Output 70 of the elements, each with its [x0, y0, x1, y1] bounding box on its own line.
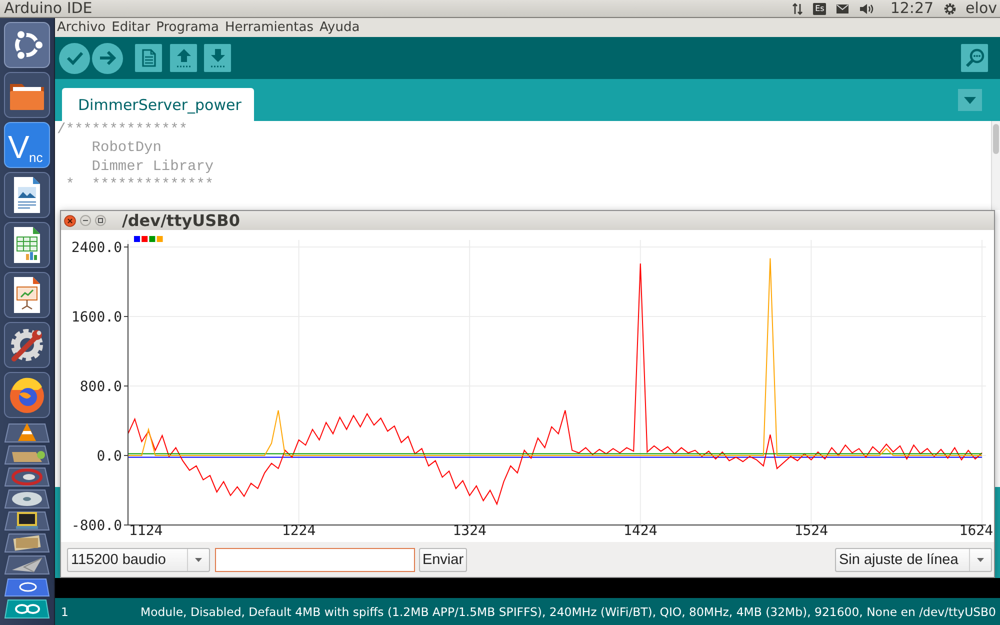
board-info: Module, Disabled, Default 4MB with spiffs (1.2MB APP/1.5MB SPIFFS), 240MHz (WiFi/BT), QIO, 80MHz, 4MB (32Mb), 921600, None en /dev/ttyUSB0 — [140, 604, 996, 618]
oval-tile-icon[interactable] — [4, 576, 50, 598]
serial-monitor-button[interactable] — [961, 44, 988, 72]
paper-plane-icon[interactable] — [4, 554, 50, 576]
file-tab[interactable]: DimmerServer_power — [62, 88, 254, 121]
x-tick-label: 1324 — [452, 523, 486, 539]
x-tick-label: 1624 — [959, 523, 993, 539]
message-field[interactable] — [215, 548, 415, 572]
traffic-cone-icon[interactable] — [4, 422, 50, 444]
y-tick-label: 2400.0 — [71, 240, 122, 256]
caret-down-icon — [964, 96, 976, 104]
scrollbar-thumb[interactable] — [993, 124, 999, 154]
code-line: /************** — [57, 121, 189, 140]
tab-menu-button[interactable] — [958, 89, 982, 111]
y-tick-label: -800.0 — [71, 518, 122, 534]
search-icon — [964, 48, 984, 68]
verify-button[interactable] — [59, 42, 90, 74]
document-icon — [142, 49, 156, 67]
line-ending-dropdown[interactable]: Sin ajuste de línea — [835, 548, 992, 572]
y-tick-label: 800.0 — [80, 379, 122, 395]
menu-item[interactable]: Archivo — [57, 20, 106, 35]
caret-down-icon — [977, 558, 984, 562]
minimize-icon[interactable] — [80, 215, 91, 226]
menu-item[interactable]: Editar — [112, 20, 150, 35]
open-button[interactable] — [170, 44, 197, 72]
ring-dots-icon[interactable] — [4, 22, 50, 68]
infinity-icon[interactable] — [4, 598, 50, 620]
down-arrow-icon — [210, 48, 226, 68]
upload-button[interactable] — [92, 42, 123, 74]
spreadsheet-icon[interactable] — [4, 222, 50, 268]
menu-item[interactable]: Herramientas — [224, 20, 314, 35]
save-button[interactable] — [204, 44, 231, 72]
caret-down-icon — [195, 558, 202, 562]
close-icon[interactable] — [64, 214, 76, 226]
package-icon[interactable] — [4, 444, 50, 466]
x-tick-label: 1124 — [129, 523, 163, 539]
up-arrow-icon — [176, 48, 192, 68]
x-tick-label: 1224 — [282, 523, 316, 539]
clock[interactable]: 12:27 — [890, 0, 934, 17]
baud-rate-dropdown[interactable]: 115200 baudio — [67, 548, 210, 572]
x-tick-label: 1524 — [794, 523, 828, 539]
code-line: Dimmer Library — [90, 158, 215, 176]
menu-item[interactable]: Programa — [156, 20, 219, 35]
photo-stack-icon[interactable] — [4, 532, 50, 554]
user-name[interactable]: elov — [966, 0, 997, 17]
code-line: RobotDyn — [90, 139, 162, 158]
folder-icon[interactable] — [4, 72, 50, 118]
right-arrow-icon — [98, 50, 116, 66]
line-number: 1 — [61, 604, 68, 618]
globe-icon[interactable] — [4, 372, 50, 418]
menu-item[interactable]: Ayuda — [320, 20, 360, 35]
monitor-icon[interactable] — [4, 510, 50, 532]
maximize-icon[interactable] — [95, 215, 106, 226]
app-title: Arduino IDE — [4, 0, 92, 17]
presentation-icon[interactable] — [4, 272, 50, 318]
speaker-icon[interactable] — [859, 2, 874, 14]
code-line: * ************** — [64, 176, 215, 194]
new-button[interactable] — [135, 44, 162, 72]
gear-icon[interactable] — [944, 2, 956, 14]
y-tick-label: 1600.0 — [71, 310, 122, 326]
envelope-icon[interactable] — [836, 4, 850, 14]
x-tick-label: 1424 — [624, 523, 658, 539]
keyboard-layout-indicator[interactable]: Es — [813, 2, 826, 14]
send-button[interactable]: Enviar — [419, 548, 467, 572]
y-tick-label: 0.0 — [96, 448, 122, 464]
window-title: /dev/ttyUSB0 — [122, 212, 240, 230]
gear-wrench-icon[interactable] — [4, 322, 50, 368]
up-down-arrows-icon[interactable] — [792, 2, 804, 14]
image-document-icon[interactable] — [4, 172, 50, 218]
check-icon — [66, 51, 84, 65]
